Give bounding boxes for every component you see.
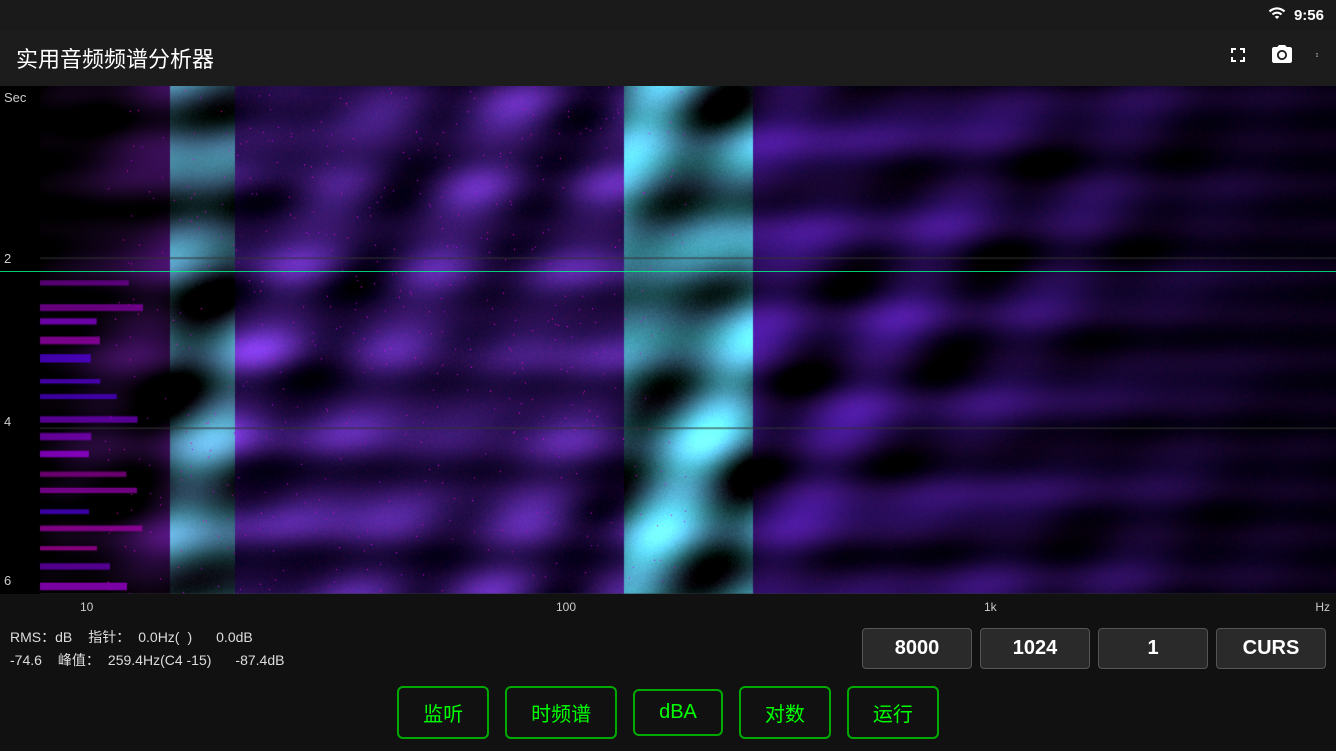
x-tick-hz: Hz [1315, 600, 1330, 614]
spectrogram-canvas [0, 86, 1336, 616]
param-btn-8000[interactable]: 8000 [862, 628, 972, 669]
more-icon[interactable] [1314, 43, 1320, 73]
param-buttons: 8000 1024 1 CURS [862, 628, 1326, 669]
controls-bar: 监听 时频谱 dBA 对数 运行 [0, 681, 1336, 751]
listen-button[interactable]: 监听 [397, 686, 489, 739]
peak-db: -87.4dB [235, 649, 284, 671]
log-button[interactable]: 对数 [739, 686, 831, 739]
y-axis-6-label: 6 [4, 573, 11, 588]
peak-hz: 259.4Hz(C4 -15) [108, 649, 212, 671]
app-title: 实用音频频谱分析器 [16, 42, 1226, 74]
run-button[interactable]: 运行 [847, 686, 939, 739]
info-left: RMS：dB 指针： 0.0Hz( ) 0.0dB -74.6 峰值： 259.… [10, 626, 530, 671]
y-axis-2-label: 2 [4, 251, 11, 266]
needle-label: 指针： [88, 626, 130, 648]
param-btn-1024[interactable]: 1024 [980, 628, 1090, 669]
app-bar: 实用音频频谱分析器 [0, 30, 1336, 86]
y-axis-4-label: 4 [4, 414, 11, 429]
cursor-line [0, 271, 1336, 272]
rms-label: RMS：dB [10, 626, 72, 648]
rms-row: RMS：dB 指针： 0.0Hz( ) 0.0dB [10, 626, 530, 648]
spectrogram-container[interactable]: Sec 2 4 6 10 100 1k Hz [0, 86, 1336, 616]
peak-label: 峰值： [58, 649, 100, 671]
x-axis-bar: 10 100 1k Hz [0, 594, 1336, 616]
x-tick-1k: 1k [984, 600, 997, 614]
y-axis-sec-label: Sec [4, 90, 26, 105]
spectrogram-button[interactable]: 时频谱 [505, 686, 617, 739]
needle-note: ) [187, 626, 192, 648]
info-bar: RMS：dB 指针： 0.0Hz( ) 0.0dB -74.6 峰值： 259.… [0, 616, 1336, 681]
status-time: 9:56 [1294, 7, 1324, 24]
rms-value: -74.6 [10, 649, 42, 671]
status-bar: 9:56 [0, 0, 1336, 30]
x-tick-10: 10 [80, 600, 93, 614]
camera-icon[interactable] [1270, 43, 1294, 73]
dba-button[interactable]: dBA [633, 689, 723, 736]
curs-button[interactable]: CURS [1216, 628, 1326, 669]
x-tick-100: 100 [556, 600, 576, 614]
needle-hz: 0.0Hz( [138, 626, 179, 648]
fullscreen-icon[interactable] [1226, 43, 1250, 73]
param-btn-1[interactable]: 1 [1098, 628, 1208, 669]
needle-db: 0.0dB [216, 626, 253, 648]
peak-row: -74.6 峰值： 259.4Hz(C4 -15) -87.4dB [10, 649, 530, 671]
wifi-icon [1268, 4, 1286, 27]
